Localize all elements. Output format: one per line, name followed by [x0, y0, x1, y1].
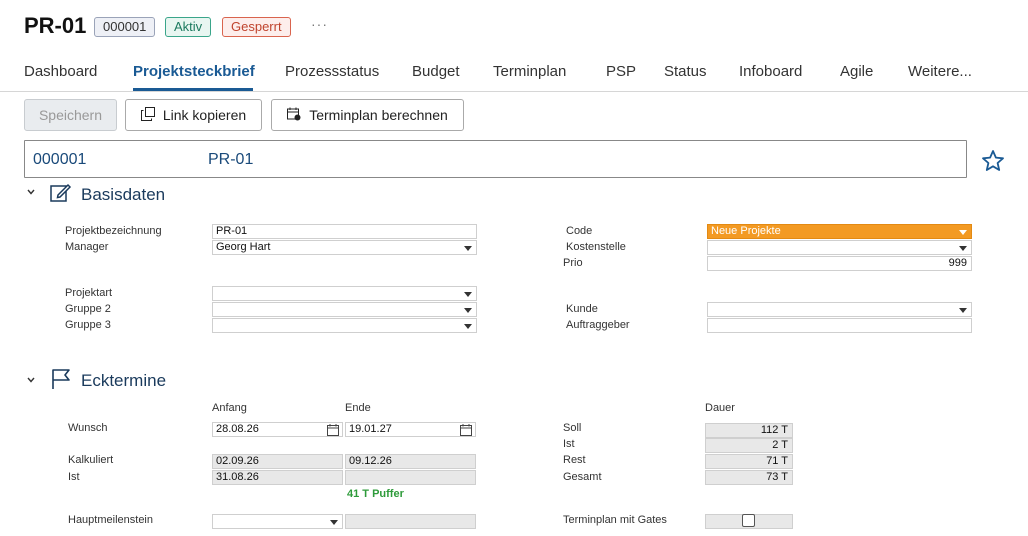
calendar-icon[interactable] — [327, 424, 339, 440]
chevron-down-icon — [959, 246, 967, 251]
favorite-star-icon[interactable] — [981, 149, 1005, 178]
ist-ende — [345, 470, 476, 485]
wunsch-label: Wunsch — [68, 422, 108, 434]
copy-link-label: Link kopieren — [162, 107, 247, 123]
edit-icon — [50, 183, 72, 208]
calc-schedule-label: Terminplan berechnen — [309, 107, 448, 123]
kostenstelle-label: Kostenstelle — [566, 241, 626, 253]
tab-infoboard[interactable]: Infoboard — [739, 63, 802, 80]
hauptmeilenstein-label: Hauptmeilenstein — [68, 514, 153, 526]
copy-link-button[interactable]: Link kopieren — [125, 99, 262, 131]
code-label: Code — [566, 225, 593, 237]
code-select[interactable]: Neue Projekte — [707, 224, 972, 239]
ist-label: Ist — [68, 471, 80, 483]
page-title: PR-01 — [24, 13, 87, 38]
tab-projektsteckbrief[interactable]: Projektsteckbrief — [133, 63, 255, 80]
wunsch-ende-value: 19.01.27 — [349, 423, 392, 435]
rest-value: 71 T — [705, 454, 793, 469]
gesamt-value: 73 T — [705, 470, 793, 485]
collapse-basisdaten-chevron-icon[interactable] — [26, 186, 36, 200]
basisdaten-title: Basisdaten — [81, 185, 166, 204]
chevron-down-icon — [464, 246, 472, 251]
copy-icon — [140, 106, 155, 124]
puffer-text: 41 T Puffer — [347, 488, 404, 500]
calendar-icon[interactable] — [460, 424, 472, 440]
locked-badge: Gesperrt — [222, 17, 291, 37]
project-number: 000001 — [33, 151, 87, 168]
hauptmeilenstein-select[interactable] — [212, 514, 343, 529]
calc-schedule-button[interactable]: Terminplan berechnen — [271, 99, 464, 131]
gruppe2-label: Gruppe 2 — [65, 303, 111, 315]
ecktermine-title: Ecktermine — [81, 371, 167, 390]
chevron-down-icon — [464, 324, 472, 329]
projektbezeichnung-input[interactable]: PR-01 — [212, 224, 477, 239]
rest-label: Rest — [563, 454, 586, 466]
projektbezeichnung-label: Projektbezeichnung — [65, 225, 162, 237]
wunsch-anfang-date[interactable]: 28.08.26 — [212, 422, 343, 437]
tab-agile[interactable]: Agile — [840, 63, 873, 80]
tab-budget[interactable]: Budget — [412, 63, 460, 80]
wunsch-anfang-value: 28.08.26 — [216, 423, 259, 435]
projektart-label: Projektart — [65, 287, 113, 299]
ist-anfang: 31.08.26 — [212, 470, 343, 485]
manager-label: Manager — [65, 241, 109, 253]
gates-checkbox[interactable] — [742, 514, 755, 527]
soll-label: Soll — [563, 422, 582, 434]
auftraggeber-input[interactable] — [707, 318, 972, 333]
kalkuliert-anfang: 02.09.26 — [212, 454, 343, 469]
status-badge: Aktiv — [165, 17, 212, 37]
gesamt-label: Gesamt — [563, 471, 602, 483]
tab-psp[interactable]: PSP — [606, 63, 636, 80]
tab-status[interactable]: Status — [664, 63, 707, 80]
ende-header: Ende — [345, 402, 371, 414]
save-button[interactable]: Speichern — [24, 99, 117, 131]
ist-dauer-label: Ist — [563, 438, 575, 450]
kalkuliert-label: Kalkuliert — [68, 454, 114, 466]
tab-weitere[interactable]: Weitere... — [908, 63, 972, 80]
wunsch-ende-date[interactable]: 19.01.27 — [345, 422, 476, 437]
project-name: PR-01 — [208, 151, 254, 168]
manager-select[interactable]: Georg Hart — [212, 240, 477, 255]
project-id-badge: 000001 — [94, 17, 156, 37]
more-options-icon[interactable]: ··· — [311, 16, 328, 32]
projektart-select[interactable] — [212, 286, 477, 301]
collapse-ecktermine-chevron-icon[interactable] — [26, 374, 36, 388]
ist-dauer-value: 2 T — [705, 438, 793, 453]
tab-dashboard[interactable]: Dashboard — [24, 63, 97, 80]
kostenstelle-select[interactable] — [707, 240, 972, 255]
chevron-down-icon — [330, 520, 338, 525]
kunde-label: Kunde — [566, 303, 598, 315]
gruppe3-select[interactable] — [212, 318, 477, 333]
prio-label: Prio — [563, 257, 583, 269]
tab-prozessstatus[interactable]: Prozessstatus — [285, 63, 379, 80]
tab-terminplan[interactable]: Terminplan — [493, 63, 566, 80]
project-identity-bar — [24, 140, 967, 178]
chevron-down-icon — [464, 292, 472, 297]
gruppe2-select[interactable] — [212, 302, 477, 317]
chevron-down-icon — [464, 308, 472, 313]
chevron-down-icon — [959, 230, 967, 235]
code-value: Neue Projekte — [711, 225, 781, 237]
tab-divider — [0, 91, 1028, 92]
auftraggeber-label: Auftraggeber — [566, 319, 630, 331]
flag-icon — [51, 368, 73, 395]
anfang-header: Anfang — [212, 402, 247, 414]
prio-input[interactable]: 999 — [707, 256, 972, 271]
gates-label: Terminplan mit Gates — [563, 514, 667, 526]
hauptmeilenstein-date — [345, 514, 476, 529]
chevron-down-icon — [959, 308, 967, 313]
kunde-select[interactable] — [707, 302, 972, 317]
manager-value: Georg Hart — [216, 241, 271, 253]
kalkuliert-ende: 09.12.26 — [345, 454, 476, 469]
calendar-clock-icon — [287, 107, 301, 124]
soll-value: 112 T — [705, 423, 793, 438]
dauer-header: Dauer — [705, 402, 735, 414]
save-button-label: Speichern — [38, 107, 103, 123]
gruppe3-label: Gruppe 3 — [65, 319, 111, 331]
